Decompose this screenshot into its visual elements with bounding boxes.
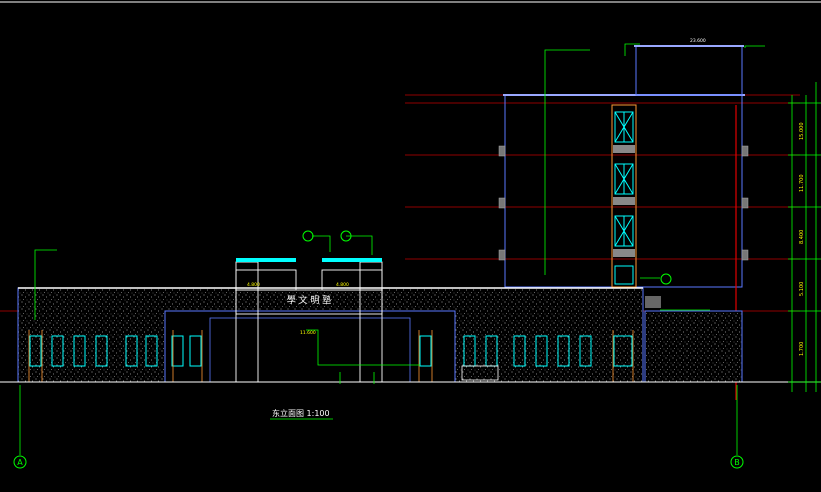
tower-top-label: 23.600 (690, 38, 706, 44)
floor-level-lines (0, 94, 800, 312)
dim-label-3: 8.400 (799, 230, 805, 244)
drawing-title: 东立面图 1:100 (272, 408, 330, 418)
dim-label-4: 5.100 (799, 282, 805, 296)
east-elevation-drawing: 學 文 明 塾 A B 东立面图 1:100 15.000 11.700 8.4… (0, 1, 821, 469)
dim-label-5: 1.700 (799, 342, 805, 356)
axis-b-label: B (734, 458, 740, 467)
section-markers (302, 230, 672, 285)
gate-label-right: 4.800 (336, 282, 349, 288)
gate-sign-text: 學 文 明 塾 (287, 294, 332, 306)
dim-label-2: 11.700 (799, 175, 805, 193)
leader-lines (19, 43, 765, 455)
dimension-strip: 15.000 11.700 8.400 5.100 1.700 (788, 82, 821, 392)
gate-label-left: 4.800 (247, 282, 260, 288)
cad-drawing-canvas[interactable]: 學 文 明 塾 A B 东立面图 1:100 15.000 11.700 8.4… (0, 0, 821, 492)
gate-label-span: 11.600 (300, 330, 316, 336)
dim-label-1: 15.000 (799, 123, 805, 141)
podium-building: 學 文 明 塾 (0, 258, 821, 383)
axis-a-label: A (17, 458, 23, 467)
